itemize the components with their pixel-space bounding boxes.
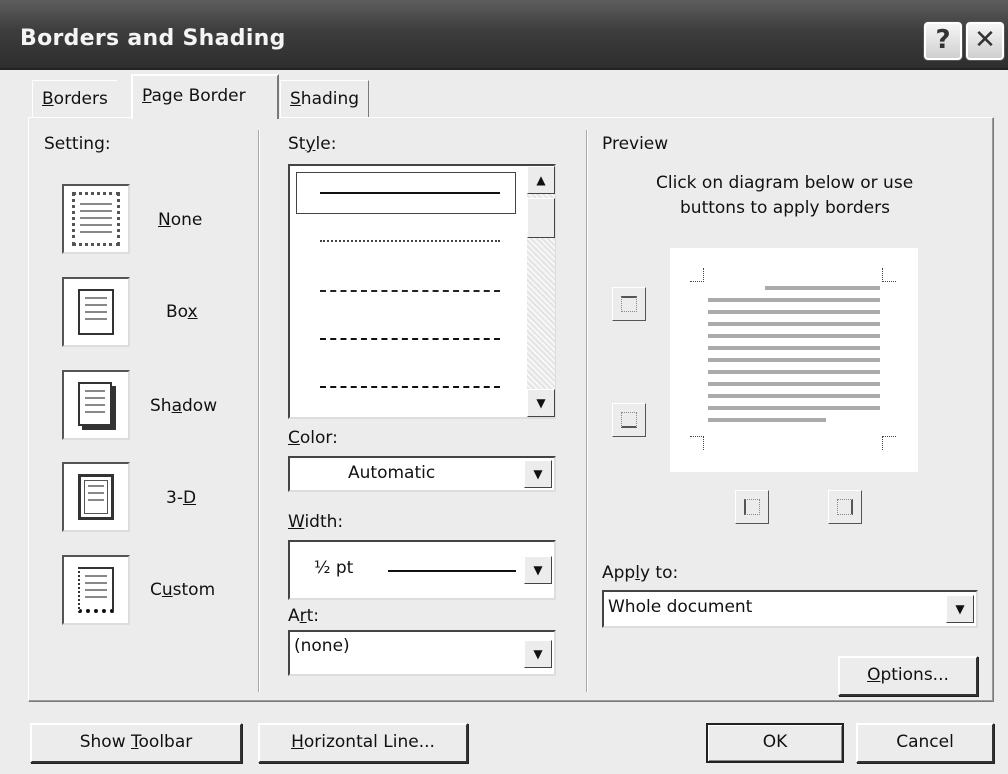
art-dropdown[interactable]: (none) ▼	[288, 630, 556, 676]
horizontal-line-button[interactable]: Horizontal Line...	[258, 723, 468, 763]
scroll-up-icon[interactable]: ▲	[527, 166, 555, 194]
tab-borders[interactable]: Borders	[32, 80, 117, 118]
art-value: (none)	[294, 636, 350, 656]
style-dashed-small-line[interactable]	[320, 290, 500, 292]
setting-shadow-option[interactable]	[62, 370, 130, 440]
color-dropdown[interactable]: Automatic ▼	[288, 456, 556, 492]
setting-custom-label: Custom	[150, 580, 216, 600]
preview-diagram[interactable]	[670, 248, 918, 472]
style-dashed-line[interactable]	[320, 338, 500, 340]
left-border-button[interactable]	[735, 490, 769, 524]
tab-page-border[interactable]: Page Border	[131, 74, 279, 119]
setting-none-label: None	[158, 210, 203, 230]
style-label: Style:	[288, 134, 337, 154]
style-dotted-line[interactable]	[320, 240, 500, 242]
border-right-icon	[837, 499, 853, 515]
dialog-title: Borders and Shading	[20, 26, 286, 51]
close-button[interactable]: ✕	[966, 22, 1004, 60]
setting-label: Setting:	[44, 134, 111, 154]
dropdown-arrow-icon[interactable]: ▼	[524, 460, 552, 488]
style-list[interactable]	[288, 164, 556, 419]
setting-none-option[interactable]	[62, 184, 130, 254]
options-button[interactable]: Options...	[838, 656, 978, 696]
art-label: Art:	[288, 606, 320, 626]
style-dash-dot-line[interactable]	[320, 386, 500, 388]
dropdown-arrow-icon[interactable]: ▼	[946, 595, 974, 623]
border-left-icon	[744, 499, 760, 515]
apply-to-label: Apply to:	[602, 563, 679, 583]
scroll-thumb[interactable]	[527, 198, 555, 238]
preview-label: Preview	[602, 134, 669, 154]
dropdown-arrow-icon[interactable]: ▼	[524, 556, 552, 584]
color-value: Automatic	[348, 463, 436, 483]
setting-box-label: Box	[166, 302, 198, 322]
width-sample-line	[388, 570, 516, 572]
width-dropdown[interactable]: ½ pt ▼	[288, 540, 556, 600]
color-label: Color:	[288, 428, 338, 448]
help-button[interactable]: ?	[924, 22, 962, 60]
setting-3d-option[interactable]	[62, 462, 130, 532]
preview-hint-line2: buttons to apply borders	[680, 198, 890, 218]
title-bar[interactable]: Borders and Shading ? ✕	[0, 0, 1008, 70]
divider	[586, 130, 588, 692]
scroll-down-icon[interactable]: ▼	[527, 389, 555, 417]
top-border-button[interactable]	[612, 287, 646, 321]
dropdown-arrow-icon[interactable]: ▼	[524, 640, 552, 668]
setting-3d-label: 3-D	[166, 488, 197, 508]
tab-shading[interactable]: Shading	[280, 80, 370, 118]
show-toolbar-button[interactable]: Show Toolbar	[30, 723, 242, 763]
border-bottom-icon	[621, 412, 637, 428]
width-value: ½ pt	[314, 558, 354, 578]
preview-hint-line1: Click on diagram below or use	[656, 173, 914, 193]
divider	[258, 130, 260, 692]
bottom-border-button[interactable]	[612, 403, 646, 437]
cancel-button[interactable]: Cancel	[856, 723, 994, 763]
border-top-icon	[621, 296, 637, 312]
setting-box-option[interactable]	[62, 277, 130, 347]
right-border-button[interactable]	[828, 490, 862, 524]
setting-shadow-label: Shadow	[150, 396, 218, 416]
apply-to-dropdown[interactable]: Whole document ▼	[602, 590, 978, 628]
width-label: Width:	[288, 512, 344, 532]
ok-button[interactable]: OK	[706, 723, 844, 763]
apply-to-value: Whole document	[608, 597, 753, 617]
setting-custom-option[interactable]	[62, 555, 130, 625]
style-solid-line[interactable]	[320, 192, 500, 194]
